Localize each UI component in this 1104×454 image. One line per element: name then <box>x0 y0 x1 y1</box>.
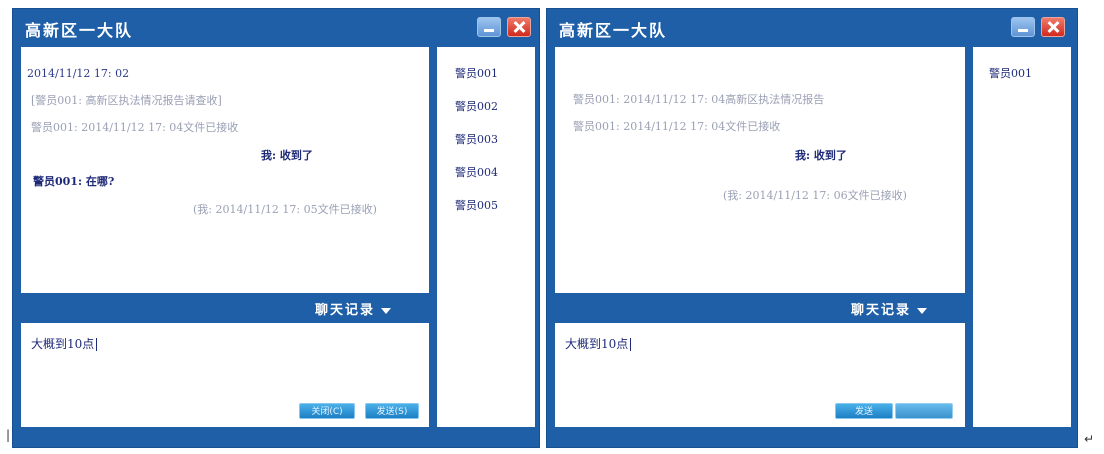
message-input-text: 大概到10点 <box>31 335 98 352</box>
chat-history-panel[interactable]: 警员001: 2014/11/12 17: 04高新区执法情况报告 警员001:… <box>555 47 965 293</box>
minimize-icon[interactable] <box>477 17 501 37</box>
user-list-item[interactable]: 警员004 <box>455 164 498 180</box>
chat-window-2: 高新区一大队 警员001: 2014/11/12 17: 04高新区执法情况报告… <box>546 8 1078 448</box>
chat-window-1: 高新区一大队 2014/11/12 17: 02 [警员001: 高新区执法情况… <box>12 8 540 448</box>
chat-history-toggle[interactable]: 聊天记录 <box>851 299 928 318</box>
user-list-item[interactable]: 警员003 <box>455 131 498 147</box>
edge-mark: ↵ <box>1084 432 1095 446</box>
message-line: [警员001: 高新区执法情况报告请查收] <box>31 94 222 107</box>
minimize-icon[interactable] <box>1011 17 1035 37</box>
title-bar[interactable]: 高新区一大队 <box>13 9 539 47</box>
close-icon[interactable] <box>1041 17 1065 37</box>
user-list-item[interactable]: 警员001 <box>989 65 1032 81</box>
text-cursor <box>630 338 632 351</box>
chat-history-toggle[interactable]: 聊天记录 <box>315 299 392 318</box>
chevron-down-icon <box>917 307 928 314</box>
message-input[interactable]: 大概到10点 发送 <box>555 323 965 427</box>
chat-history-label: 聊天记录 <box>851 303 912 318</box>
message-line: 警员001: 2014/11/12 17: 04文件已接收 <box>573 120 781 133</box>
message-line: 警员001: 2014/11/12 17: 04文件已接收 <box>31 121 239 134</box>
title-bar[interactable]: 高新区一大队 <box>547 9 1077 47</box>
user-list-item[interactable]: 警员005 <box>455 197 498 213</box>
user-list-panel: 警员001 警员002 警员003 警员004 警员005 <box>437 47 535 427</box>
message-line: 警员001: 2014/11/12 17: 04高新区执法情况报告 <box>573 93 825 106</box>
send-button[interactable]: 发送(S) <box>365 403 419 419</box>
window-title: 高新区一大队 <box>25 21 134 40</box>
chevron-down-icon <box>381 307 392 314</box>
send-button[interactable]: 发送 <box>835 403 893 419</box>
user-list-item[interactable]: 警员002 <box>455 98 498 114</box>
message-line: 警员001: 在哪? <box>33 175 115 188</box>
close-icon[interactable] <box>507 17 531 37</box>
message-input[interactable]: 大概到10点 关闭(C) 发送(S) <box>21 323 429 427</box>
window-title: 高新区一大队 <box>559 21 668 40</box>
message-input-text: 大概到10点 <box>565 335 632 352</box>
chat-history-panel[interactable]: 2014/11/12 17: 02 [警员001: 高新区执法情况报告请查收] … <box>21 47 429 293</box>
user-list-panel: 警员001 <box>973 47 1071 427</box>
close-button[interactable]: 关闭(C) <box>299 403 355 419</box>
user-list-item[interactable]: 警员001 <box>455 65 498 81</box>
input-value: 大概到10点 <box>31 337 95 351</box>
message-line: 我: 收到了 <box>795 149 847 162</box>
message-line: (我: 2014/11/12 17: 06文件已接收) <box>723 189 907 202</box>
message-line: (我: 2014/11/12 17: 05文件已接收) <box>193 203 377 216</box>
dropdown-button[interactable] <box>895 403 953 419</box>
message-line: 我: 收到了 <box>261 149 313 162</box>
input-value: 大概到10点 <box>565 337 629 351</box>
chat-history-label: 聊天记录 <box>315 303 376 318</box>
edge-mark: | <box>6 428 11 442</box>
message-line: 2014/11/12 17: 02 <box>27 67 130 80</box>
text-cursor <box>96 338 98 351</box>
